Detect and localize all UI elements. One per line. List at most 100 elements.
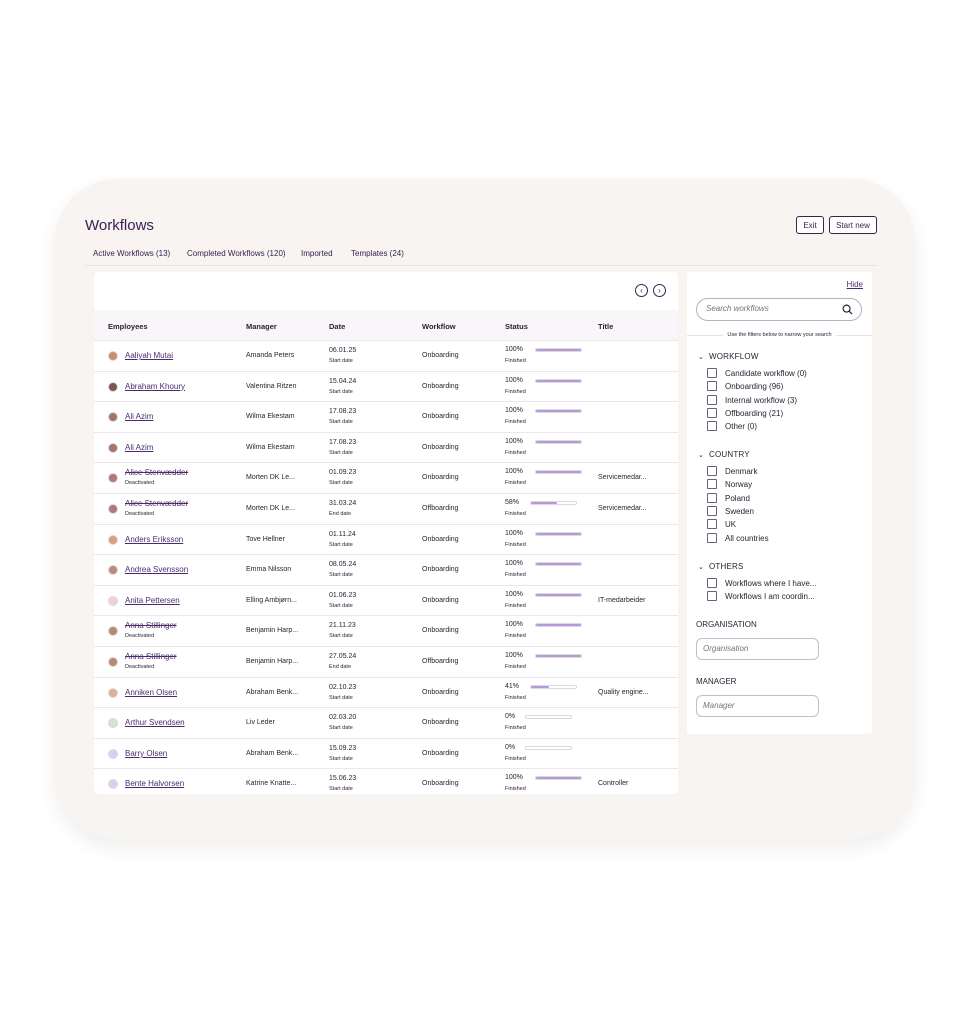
workflow-cell: Onboarding — [422, 413, 459, 421]
progress-bar — [535, 592, 582, 597]
progress-bar — [525, 715, 572, 720]
progress-percent: 100% — [505, 652, 523, 659]
employee-name-link[interactable]: Anna Stillinger — [125, 652, 177, 661]
date-type: Start date — [329, 694, 353, 701]
employee-name-link[interactable]: Alice Stenvædder — [125, 468, 188, 477]
title-cell: IT-medarbeider — [598, 596, 646, 604]
chevron-left-icon[interactable]: ‹ — [635, 284, 648, 297]
tab-completed-workflows[interactable]: Completed Workflows (120) — [179, 246, 294, 266]
page-title: Workflows — [85, 217, 154, 234]
employee-name-link[interactable]: Anders Eriksson — [125, 535, 183, 544]
checkbox[interactable] — [707, 519, 717, 530]
checkbox[interactable] — [707, 394, 717, 405]
date-cell: 02.03.20 — [329, 714, 357, 722]
hide-filters-link[interactable]: Hide — [847, 280, 863, 289]
title-cell: Quality engine... — [598, 688, 649, 696]
checkbox[interactable] — [707, 421, 717, 432]
manager-cell: Amanda Peters — [246, 352, 295, 359]
checkbox[interactable] — [707, 479, 717, 490]
tab-imported[interactable]: Imported — [293, 246, 341, 266]
table-row[interactable]: Barry Olsen Abraham Benk... 15.09.23 Sta… — [94, 739, 678, 770]
tab-active-workflows[interactable]: Active Workflows (13) — [85, 246, 178, 266]
progress-bar — [535, 776, 582, 781]
filter-hint: Use the filters below to narrow your sea… — [687, 332, 872, 338]
table-row[interactable]: Aaliyah Mutai Amanda Peters 06.01.25 Sta… — [94, 341, 678, 372]
employee-name-link[interactable]: Alice Stenvædder — [125, 499, 188, 508]
table-row[interactable]: Anders Eriksson Tove Hellner 01.11.24 St… — [94, 525, 678, 556]
table-row[interactable]: Ali Azim Wilma Ekestam 17.08.23 Start da… — [94, 433, 678, 464]
checkbox-label: UK — [725, 520, 737, 530]
date-type: Start date — [329, 725, 353, 732]
date-cell: 15.06.23 — [329, 775, 357, 783]
table-row[interactable]: Anniken Olsen Abraham Benk... 02.10.23 S… — [94, 678, 678, 709]
date-type: Start date — [329, 633, 353, 640]
workflow-cell: Onboarding — [422, 596, 459, 604]
col-title[interactable]: Title — [598, 322, 613, 331]
tab-templates[interactable]: Templates (24) — [343, 246, 412, 266]
workflow-section-toggle[interactable]: ⌄ WORKFLOW — [698, 352, 759, 361]
table-row[interactable]: Anita Pettersen Elling Ambjørn... 01.06.… — [94, 586, 678, 617]
employee-name-link[interactable]: Anna Stillinger — [125, 621, 177, 630]
filter-panel: Hide Use the filters below to narrow you… — [687, 272, 872, 734]
employee-name-link[interactable]: Anita Pettersen — [125, 596, 180, 605]
chevron-down-icon: ⌄ — [698, 564, 705, 571]
employee-name-link[interactable]: Ali Azim — [125, 443, 153, 452]
employee-name-link[interactable]: Barry Olsen — [125, 749, 167, 758]
table-row[interactable]: Arthur Svendsen Liv Leder 02.03.20 Start… — [94, 708, 678, 739]
table-row[interactable]: Anna Stillinger Deactivated Benjamin Har… — [94, 616, 678, 647]
manager-cell: Elling Ambjørn... — [246, 596, 297, 604]
employee-name-link[interactable]: Anniken Olsen — [125, 688, 177, 697]
search-input[interactable] — [706, 304, 836, 313]
table-row[interactable]: Abraham Khoury Valentina Ritzen 15.04.24… — [94, 372, 678, 403]
checkbox[interactable] — [707, 407, 717, 418]
checkbox-label: Other (0) — [725, 422, 758, 432]
chevron-down-icon: ⌄ — [698, 452, 705, 459]
employee-name-link[interactable]: Aaliyah Mutai — [125, 351, 173, 360]
table-row[interactable]: Anna Stillinger Deactivated Benjamin Har… — [94, 647, 678, 678]
employee-name-link[interactable]: Arthur Svendsen — [125, 718, 185, 727]
country-section-toggle[interactable]: ⌄ COUNTRY — [698, 450, 750, 459]
checkbox[interactable] — [707, 505, 717, 516]
checkbox-label: Workflows where I have... — [725, 579, 817, 588]
others-section-toggle[interactable]: ⌄ OTHERS — [698, 562, 744, 571]
date-type: Start date — [329, 755, 353, 762]
checkbox[interactable] — [707, 578, 717, 588]
table-row[interactable]: Alice Stenvædder Deactivated Morten DK L… — [94, 463, 678, 494]
table-row[interactable]: Andrea Svensson Emma Nilsson 08.05.24 St… — [94, 555, 678, 586]
table-row[interactable]: Ali Azim Wilma Ekestam 17.08.23 Start da… — [94, 402, 678, 433]
checkbox[interactable] — [707, 591, 717, 602]
col-workflow[interactable]: Workflow — [422, 322, 456, 331]
col-manager[interactable]: Manager — [246, 322, 277, 331]
progress-fill — [531, 502, 558, 504]
checkbox[interactable] — [707, 368, 717, 378]
workflow-cell: Onboarding — [422, 535, 459, 543]
status-label: Finished — [505, 602, 526, 609]
col-employees[interactable]: Employees — [108, 322, 148, 331]
progress-percent: 100% — [505, 376, 523, 384]
search-icon[interactable] — [842, 304, 853, 315]
date-cell: 01.11.24 — [329, 530, 356, 538]
table-row[interactable]: Bente Halvorsen Katrine Knatte... 15.06.… — [94, 769, 678, 794]
manager-cell: Katrine Knatte... — [246, 780, 297, 788]
checkbox[interactable] — [707, 466, 717, 476]
checkbox[interactable] — [707, 532, 717, 543]
checkbox[interactable] — [707, 492, 717, 503]
avatar — [108, 534, 118, 545]
exit-button[interactable]: Exit — [796, 216, 824, 234]
workflow-cell: Onboarding — [422, 352, 459, 359]
manager-cell: Morten DK Le... — [246, 474, 296, 482]
col-status[interactable]: Status — [505, 322, 528, 331]
employee-name-link[interactable]: Abraham Khoury — [125, 382, 185, 391]
employee-name-link[interactable]: Ali Azim — [125, 412, 153, 421]
manager-input[interactable] — [703, 701, 813, 710]
organisation-input[interactable] — [703, 644, 813, 653]
start-new-button[interactable]: Start new — [829, 216, 877, 234]
title-cell: Servicemedar... — [598, 505, 647, 512]
employee-name-link[interactable]: Bente Halvorsen — [125, 779, 184, 788]
progress-percent: 0% — [505, 713, 516, 721]
employee-name-link[interactable]: Andrea Svensson — [125, 565, 188, 574]
table-row[interactable]: Alice Stenvædder Deactivated Morten DK L… — [94, 494, 678, 525]
col-date[interactable]: Date — [329, 322, 345, 331]
chevron-right-icon[interactable]: › — [653, 284, 666, 297]
checkbox[interactable] — [707, 381, 717, 392]
